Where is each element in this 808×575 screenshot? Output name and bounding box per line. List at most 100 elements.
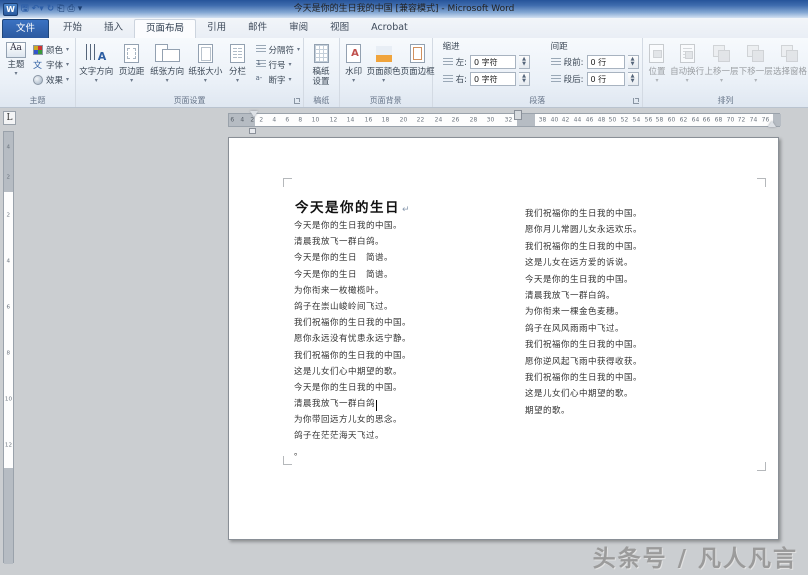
page-borders-icon (410, 44, 425, 63)
theme-fonts-button[interactable]: 字体 ▾ (31, 58, 71, 71)
text-line[interactable]: 这是儿女们心中期望的歌。 (294, 364, 411, 380)
text-line[interactable]: 愿你逆风起飞雨中获得收获。 (525, 354, 642, 370)
indent-left-stepper[interactable]: ▲▼ (519, 55, 530, 69)
bring-forward-icon (713, 45, 730, 62)
text-line[interactable]: 今天是你的生日我的中国。 (294, 218, 411, 234)
text-line[interactable]: 清晨我放飞一群白鸽。 (294, 234, 411, 250)
vertical-ruler[interactable]: 42 24681012 (3, 131, 14, 563)
ribbon: Aa 主题 ▾ 颜色 ▾ 字体 ▾ 效果 ▾ 主题 (0, 38, 808, 108)
text-line[interactable]: 鸽子在风风雨雨中飞过。 (525, 321, 642, 337)
vruler-top-margin: 42 (4, 132, 13, 192)
line-numbers-icon (256, 60, 266, 69)
right-indent-marker[interactable] (768, 117, 776, 127)
text-line[interactable]: 鸽子在崇山峻岭间飞过。 (294, 299, 411, 315)
tab-file[interactable]: 文件 (2, 19, 49, 38)
paper-size-button[interactable]: 纸张大小 ▾ (186, 40, 224, 84)
watermark-button[interactable]: 水印 ▾ (341, 40, 367, 84)
orientation-button[interactable]: 纸张方向 ▾ (148, 40, 186, 84)
document-heading[interactable]: 今天是你的生日↵ (295, 196, 411, 216)
text-direction-button[interactable]: 文字方向 ▾ (77, 40, 115, 84)
text-line[interactable]: 这是儿女们心中期望的歌。 (525, 386, 642, 402)
text-direction-icon (86, 44, 106, 63)
text-line[interactable]: 为你带回远方儿女的思念。 (294, 412, 411, 428)
bring-forward-button[interactable]: 上移一层 ▾ (704, 40, 738, 84)
breaks-button[interactable]: 分隔符 ▾ (254, 43, 303, 56)
selection-pane-button[interactable]: 选择窗格 (773, 40, 807, 77)
tab-review[interactable]: 审阅 (278, 19, 319, 38)
horizontal-ruler[interactable]: 642 2468101214161820222426283032 3840424… (228, 113, 780, 127)
themes-aa-icon: Aa (6, 42, 26, 58)
tab-references[interactable]: 引用 (196, 19, 237, 38)
columns-button[interactable]: 分栏 ▾ (225, 40, 251, 84)
spacing-before-input[interactable]: 0 行 (587, 55, 625, 69)
text-line[interactable]: 今天是你的生日我的中国。 (294, 380, 411, 396)
wrap-text-button[interactable]: 自动换行 ▾ (670, 40, 704, 84)
text-line[interactable]: 这是儿女在远方爱的诉说。 (525, 255, 642, 271)
tab-page-layout[interactable]: 页面布局 (134, 19, 196, 39)
page-break-icon (256, 45, 266, 54)
text-line[interactable]: 清晨我放飞一群白鸽 (294, 396, 411, 412)
indent-left-input[interactable]: 0 字符 (470, 55, 516, 69)
text-line[interactable]: 为你衔来一棵金色麦穗。 (525, 304, 642, 320)
tab-acrobat[interactable]: Acrobat (360, 19, 419, 38)
tab-mailings[interactable]: 邮件 (237, 19, 278, 38)
spacing-after-input[interactable]: 0 行 (587, 72, 625, 86)
document-page[interactable]: 今天是你的生日↵ 今天是你的生日我的中国。清晨我放飞一群白鸽。今天是你的生日 简… (228, 137, 779, 540)
line-numbers-label: 行号 (269, 59, 286, 71)
page-background-group-label: 页面背景 (340, 95, 432, 106)
text-line[interactable]: 我们祝福你的生日我的中国。 (525, 370, 642, 386)
page-color-button[interactable]: 页面颜色 ▾ (367, 40, 401, 84)
indent-right-input[interactable]: 0 字符 (470, 72, 516, 86)
tab-stop-selector[interactable]: L (3, 111, 16, 125)
arrange-group-label: 排列 (643, 95, 808, 106)
tab-view[interactable]: 视图 (319, 19, 360, 38)
text-line[interactable]: 清晨我放飞一群白鸽。 (525, 288, 642, 304)
watermark-logo: 头条号 / 凡人凡言 (593, 539, 798, 573)
text-line[interactable]: 为你衔来一枚橄榄叶。 (294, 283, 411, 299)
text-line[interactable]: 愿你永远没有忧患永远宁静。 (294, 331, 411, 347)
theme-colors-button[interactable]: 颜色 ▾ (31, 43, 71, 56)
left-indent-marker[interactable] (249, 128, 256, 134)
text-line[interactable]: 今天是你的生日 简谱。 (294, 250, 411, 266)
text-line[interactable]: 我们祝福你的生日我的中国。 (294, 348, 411, 364)
position-button[interactable]: 位置 ▾ (644, 40, 670, 84)
chevron-down-icon: ▾ (720, 78, 723, 84)
wrap-text-label: 自动换行 (670, 67, 704, 77)
line-numbers-button[interactable]: 行号 ▾ (254, 58, 303, 71)
text-line[interactable]: 我们祝福你的生日我的中国。 (525, 239, 642, 255)
first-line-indent-marker[interactable] (250, 111, 258, 121)
text-line[interactable]: 我们祝福你的生日我的中国。 (525, 206, 642, 222)
send-backward-button[interactable]: 下移一层 ▾ (739, 40, 773, 84)
text-line[interactable]: 我们祝福你的生日我的中国。 (525, 337, 642, 353)
hyphenation-button[interactable]: 断字 ▾ (254, 73, 303, 86)
page-borders-button[interactable]: 页面边框 (401, 40, 435, 77)
indent-right-stepper[interactable]: ▲▼ (519, 72, 530, 86)
text-line[interactable]: 期望的歌。 (525, 403, 642, 419)
column-margin-marker[interactable] (514, 110, 522, 120)
breaks-label: 分隔符 (269, 44, 295, 56)
spacing-before-stepper[interactable]: ▲▼ (628, 55, 639, 69)
spacing-before-icon (551, 58, 561, 67)
grid-settings-button[interactable]: 稿纸 设置 (305, 40, 337, 87)
text-line[interactable]: 我们祝福你的生日我的中国。 (294, 315, 411, 331)
paragraph-mark: ↵ (402, 205, 411, 215)
margins-button[interactable]: 页边距 ▾ (115, 40, 148, 84)
chevron-down-icon: ▾ (66, 47, 69, 53)
tab-home[interactable]: 开始 (52, 19, 93, 38)
text-line[interactable]: 今天是你的生日 简谱。 (294, 267, 411, 283)
text-line[interactable]: 愿你月儿常圆儿女永远欢乐。 (525, 222, 642, 238)
themes-button[interactable]: Aa 主题 ▾ (1, 40, 31, 77)
text-line[interactable]: 。 (294, 445, 411, 461)
text-line[interactable]: 今天是你的生日我的中国。 (525, 272, 642, 288)
grid-paper-group: 稿纸 设置 稿纸 (304, 38, 340, 107)
orientation-icon (155, 44, 179, 63)
theme-colors-icon (33, 45, 43, 55)
ruler-column2: 3840424446485052545658606264666870727476 (535, 114, 773, 126)
paragraph-group-label: 段落 (433, 95, 642, 106)
tab-insert[interactable]: 插入 (93, 19, 134, 38)
bring-forward-label: 上移一层 (704, 67, 738, 77)
spacing-after-stepper[interactable]: ▲▼ (628, 72, 639, 86)
text-line[interactable]: 鸽子在茫茫海天飞过。 (294, 428, 411, 444)
chevron-down-icon: ▾ (66, 77, 69, 83)
theme-effects-button[interactable]: 效果 ▾ (31, 73, 71, 86)
